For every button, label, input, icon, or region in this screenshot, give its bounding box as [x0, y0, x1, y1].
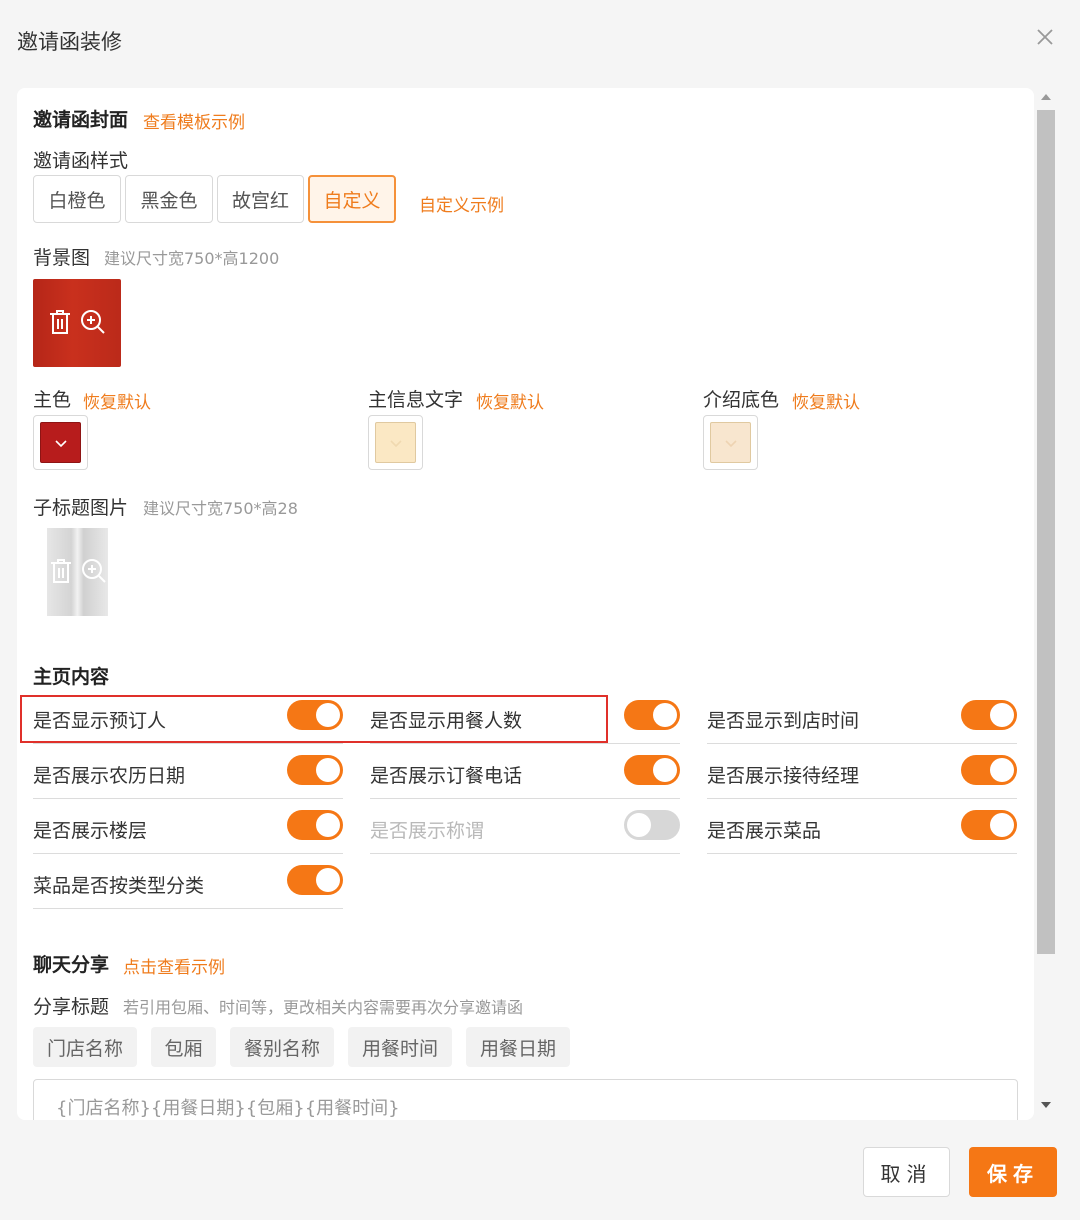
toggle-row: 是否展示农历日期	[33, 743, 343, 799]
toggle-show-phone[interactable]	[624, 755, 680, 785]
toggle-label: 是否展示订餐电话	[370, 765, 523, 787]
delete-icon[interactable]	[48, 309, 72, 339]
tag-private-room[interactable]: 包厢	[151, 1027, 216, 1067]
zoom-in-icon[interactable]	[80, 309, 106, 339]
toggle-show-arrival-time[interactable]	[961, 700, 1017, 730]
style-label: 邀请函样式	[33, 150, 129, 172]
main-color-reset-link[interactable]: 恢复默认	[83, 388, 151, 413]
subtitle-image-label: 子标题图片	[33, 497, 129, 519]
zoom-in-icon[interactable]	[81, 558, 107, 588]
toggle-label: 是否展示农历日期	[33, 765, 186, 787]
share-section-title: 聊天分享	[33, 954, 110, 976]
highlight-box	[20, 695, 608, 743]
subtitle-image-hint: 建议尺寸宽750*高28	[143, 499, 298, 518]
toggle-show-floor[interactable]	[287, 810, 343, 840]
template-example-link[interactable]: 查看模板示例	[143, 108, 245, 133]
cancel-button[interactable]: 取消	[863, 1147, 950, 1197]
background-label: 背景图	[33, 247, 91, 269]
main-color-label: 主色	[33, 389, 72, 411]
toggle-row: 是否展示楼层	[33, 798, 343, 854]
tag-meal-name[interactable]: 餐别名称	[230, 1027, 334, 1067]
tag-store-name[interactable]: 门店名称	[33, 1027, 137, 1067]
share-title-label: 分享标题	[33, 996, 110, 1018]
style-option-white-orange[interactable]: 白橙色	[33, 175, 121, 223]
chevron-down-icon	[389, 433, 402, 452]
scroll-down-arrow-icon[interactable]	[1041, 1102, 1051, 1108]
style-option-palace-red[interactable]: 故宫红	[217, 175, 304, 223]
background-thumbnail	[33, 279, 121, 367]
toggle-label: 菜品是否按类型分类	[33, 875, 205, 897]
intro-color-reset-link[interactable]: 恢复默认	[792, 388, 860, 413]
toggle-show-diners[interactable]	[624, 700, 680, 730]
toggle-label: 是否显示到店时间	[707, 710, 860, 732]
close-icon[interactable]	[1034, 26, 1056, 48]
custom-example-link[interactable]: 自定义示例	[419, 191, 504, 216]
dialog-title: 邀请函装修	[17, 30, 122, 54]
toggle-label: 是否展示菜品	[707, 820, 822, 842]
intro-color-picker[interactable]	[703, 415, 758, 470]
toggle-row: 菜品是否按类型分类	[33, 853, 343, 909]
main-color-picker[interactable]	[33, 415, 88, 470]
share-title-hint: 若引用包厢、时间等，更改相关内容需要再次分享邀请函	[123, 998, 524, 1017]
toggle-show-dishes[interactable]	[961, 810, 1017, 840]
style-option-custom[interactable]: 自定义	[308, 175, 396, 223]
toggle-label: 是否展示称谓	[370, 820, 485, 842]
scrollbar[interactable]	[1036, 90, 1056, 1120]
subtitle-image-thumbnail	[47, 528, 108, 616]
style-option-black-gold[interactable]: 黑金色	[125, 175, 213, 223]
toggle-row: 是否展示订餐电话	[370, 743, 680, 799]
text-color-label: 主信息文字	[368, 389, 464, 411]
toggle-show-title[interactable]	[624, 810, 680, 840]
share-example-link[interactable]: 点击查看示例	[123, 953, 225, 978]
toggle-show-manager[interactable]	[961, 755, 1017, 785]
scroll-thumb[interactable]	[1037, 110, 1055, 954]
scroll-up-arrow-icon[interactable]	[1041, 94, 1051, 100]
chevron-down-icon	[54, 433, 67, 452]
share-title-input[interactable]	[33, 1079, 1018, 1120]
settings-panel: 邀请函封面 查看模板示例 邀请函样式 白橙色 黑金色 故宫红 自定义 自定义示例…	[17, 88, 1034, 1120]
toggle-row: 是否展示接待经理	[707, 743, 1017, 799]
toggle-label: 是否展示接待经理	[707, 765, 860, 787]
toggle-show-lunar-date[interactable]	[287, 755, 343, 785]
background-hint: 建议尺寸宽750*高1200	[104, 249, 280, 268]
intro-color-label: 介绍底色	[703, 389, 780, 411]
chevron-down-icon	[724, 433, 737, 452]
delete-icon[interactable]	[49, 558, 73, 588]
toggle-row: 是否显示到店时间	[707, 688, 1017, 744]
toggle-dishes-by-type[interactable]	[287, 865, 343, 895]
toggle-label: 是否展示楼层	[33, 820, 148, 842]
tag-meal-date[interactable]: 用餐日期	[466, 1027, 570, 1067]
toggle-row: 是否展示称谓	[370, 798, 680, 854]
text-color-picker[interactable]	[368, 415, 423, 470]
cover-section-title: 邀请函封面	[33, 109, 129, 131]
toggle-row: 是否展示菜品	[707, 798, 1017, 854]
home-section-title: 主页内容	[33, 666, 110, 688]
tag-meal-time[interactable]: 用餐时间	[348, 1027, 452, 1067]
text-color-reset-link[interactable]: 恢复默认	[476, 388, 544, 413]
save-button[interactable]: 保存	[969, 1147, 1057, 1197]
